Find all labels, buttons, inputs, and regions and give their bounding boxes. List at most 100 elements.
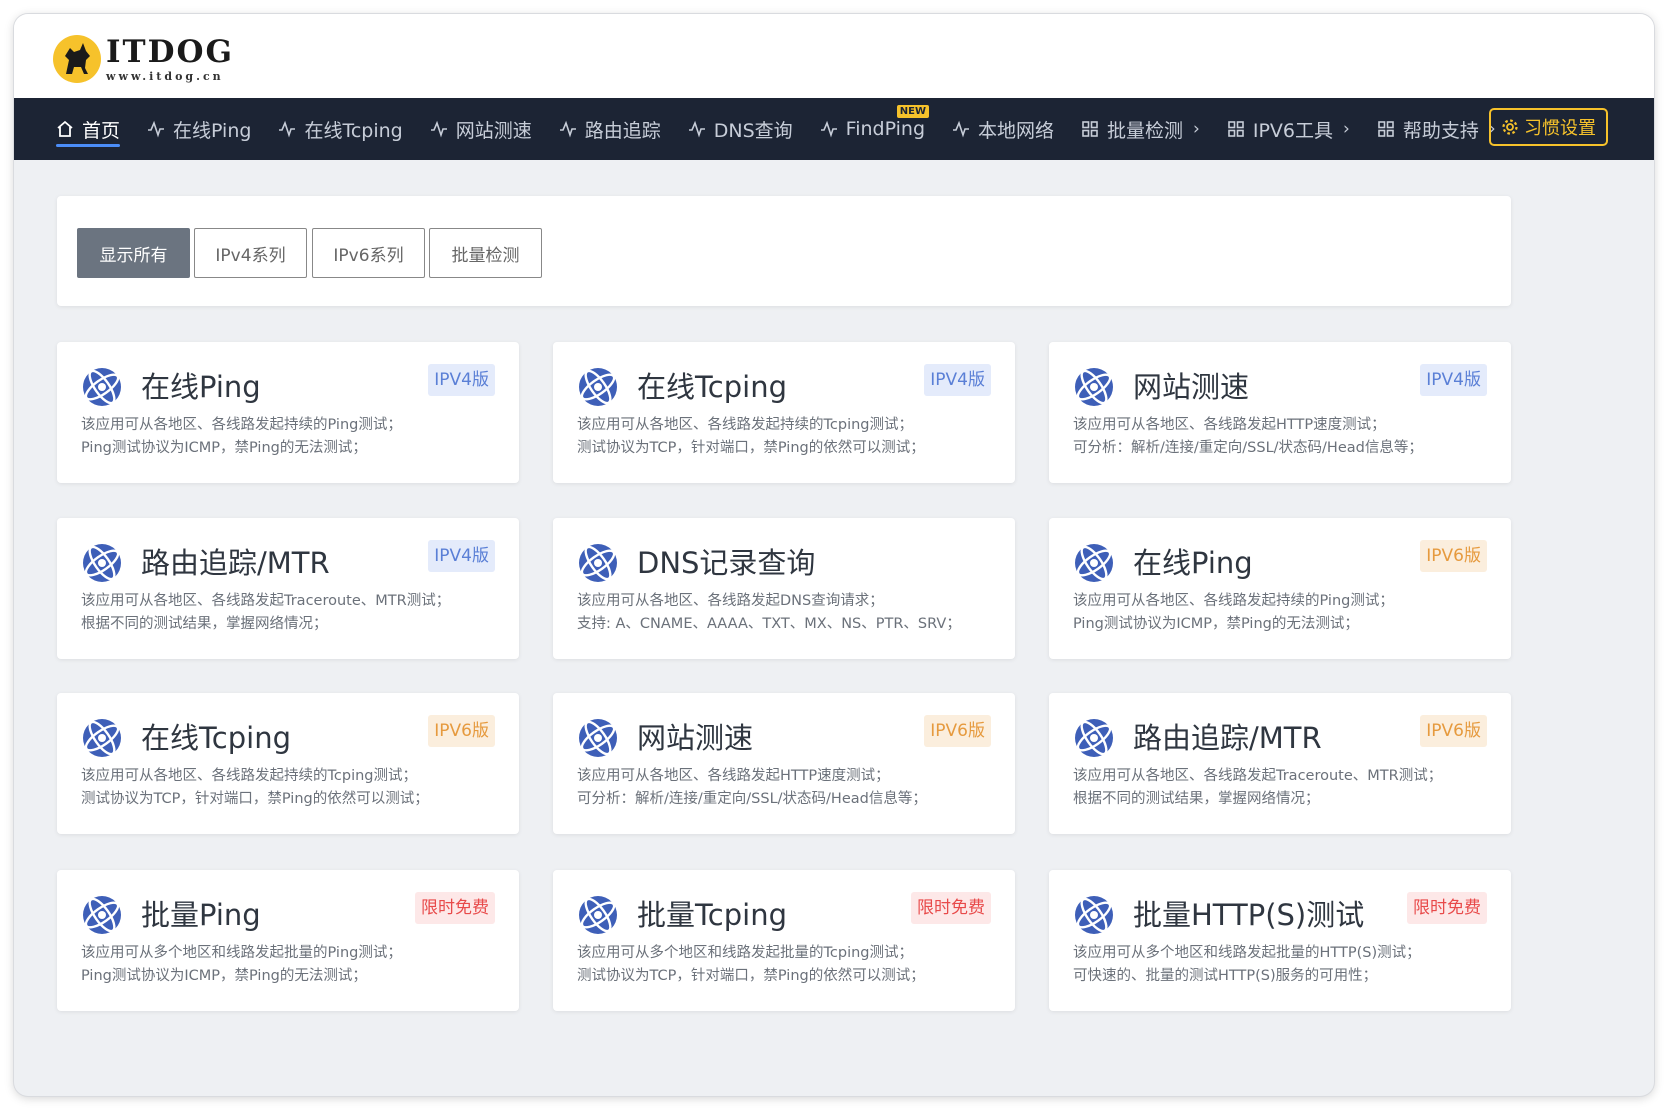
gear-icon — [1502, 119, 1518, 135]
card-description-line: 该应用可从各地区、各线路发起Traceroute、MTR测试； — [81, 593, 451, 609]
tool-card[interactable]: 在线Tcping IPV4版该应用可从各地区、各线路发起持续的Tcping测试； 测… — [553, 342, 1015, 483]
card-description: 该应用可从各地区、各线路发起DNS查询请求； 支持: A、CNAME、AAAA、T… — [577, 590, 999, 636]
pulse-icon — [820, 120, 837, 138]
habit-settings-label: 习惯设置 — [1524, 118, 1596, 139]
nav-item-tcping[interactable]: 在线Tcping — [278, 98, 403, 160]
nav-item-ping[interactable]: 在线Ping — [147, 98, 251, 160]
card-title: DNS记录查询 — [637, 546, 816, 580]
nav-item-traceroute[interactable]: 路由追踪 — [559, 98, 661, 160]
card-description-line: 该应用可从各地区、各线路发起HTTP速度测试； — [577, 768, 890, 784]
globe-icon — [579, 719, 617, 757]
card-description: 该应用可从各地区、各线路发起HTTP速度测试； 可分析：解析/连接/重定向/SSL… — [1073, 414, 1495, 460]
card-description: 该应用可从各地区、各线路发起持续的Tcping测试； 测试协议为TCP，针对端口，… — [577, 414, 999, 460]
browser-window: ITDOG www.itdog.cn 首页 在线Ping 在线Tcping 网站… — [14, 14, 1654, 1096]
nav-label: 本地网络 — [978, 119, 1055, 142]
nav-label: DNS查询 — [713, 119, 793, 142]
card-description: 该应用可从各地区、各线路发起持续的Tcping测试； 测试协议为TCP，针对端口，… — [81, 765, 503, 811]
filter-ipv4-button[interactable]: IPv4系列 — [194, 228, 307, 278]
grid-icon — [1082, 121, 1098, 137]
nav-item-findping[interactable]: FindPing NEW — [820, 98, 930, 160]
pulse-icon — [559, 120, 576, 138]
nav-label: 路由追踪 — [584, 119, 661, 142]
card-description-line: 测试协议为TCP，针对端口，禁Ping的依然可以测试； — [577, 968, 925, 984]
card-description: 该应用可从各地区、各线路发起持续的Ping测试； Ping测试协议为ICMP，禁P… — [81, 414, 503, 460]
nav-label: 帮助支持 — [1402, 119, 1479, 142]
filter-bar: 显示所有 IPv4系列 IPv6系列 批量检测 — [57, 196, 1511, 306]
tool-card[interactable]: 批量Tcping 限时免费 该应用可从多个地区和线路发起批量的Tcping测试； 测试… — [553, 870, 1015, 1011]
card-title: 在线Tcping — [637, 370, 787, 404]
dog-logo-icon — [53, 35, 101, 83]
card-description-line: 该应用可从各地区、各线路发起持续的Tcping测试； — [577, 417, 913, 433]
tool-card[interactable]: 网站测速 IPV4版 该应用可从各地区、各线路发起HTTP速度测试； 可分析：解析/连… — [1049, 342, 1511, 483]
home-icon — [57, 120, 73, 137]
nav-item-help[interactable]: 帮助支持 › — [1377, 98, 1496, 160]
tool-card[interactable]: 在线Ping IPV6版 该应用可从各地区、各线路发起持续的Ping测试； Ping测… — [1049, 518, 1511, 659]
tool-card[interactable]: 在线Tcping IPV6版 该应用可从各地区、各线路发起持续的Tcping测试； 测… — [57, 693, 519, 834]
nav-label: 网站测速 — [455, 119, 532, 142]
habit-settings-button[interactable]: 习惯设置 — [1489, 108, 1608, 146]
version-badge: 限时免费 — [415, 892, 495, 924]
nav-item-home[interactable]: 首页 — [56, 98, 121, 160]
globe-icon — [579, 544, 617, 582]
nav-item-ipv6[interactable]: IPV6工具 › — [1227, 98, 1350, 160]
card-description-line: 该应用可从各地区、各线路发起HTTP速度测试； — [1073, 417, 1386, 433]
filter-batch-button[interactable]: 批量检测 — [429, 228, 542, 278]
version-badge: IPV6版 — [1420, 715, 1487, 747]
tool-card[interactable]: 网站测速 IPV6版 该应用可从各地区、各线路发起HTTP速度测试； 可分析：解析/连… — [553, 693, 1015, 834]
version-badge: 限时免费 — [1407, 892, 1487, 924]
pulse-icon — [953, 120, 970, 138]
card-title: 批量Ping — [141, 898, 261, 932]
new-badge: NEW — [896, 105, 930, 118]
card-description-line: 该应用可从各地区、各线路发起DNS查询请求； — [577, 593, 884, 609]
card-description-line: Ping测试协议为ICMP，禁Ping的无法测试； — [81, 968, 367, 984]
tool-card[interactable]: DNS记录查询该应用可从各地区、各线路发起DNS查询请求； 支持: A、CNAME… — [553, 518, 1015, 659]
card-title: 网站测速 — [1133, 370, 1250, 404]
nav-label: IPV6工具 — [1252, 119, 1334, 142]
card-description: 该应用可从多个地区和线路发起批量的Ping测试； Ping测试协议为ICMP，禁P… — [81, 942, 503, 988]
card-description: 该应用可从各地区、各线路发起Traceroute、MTR测试； 根据不同的测试结果… — [1073, 765, 1495, 811]
tool-card[interactable]: 批量Ping 限时免费该应用可从多个地区和线路发起批量的Ping测试； Ping测试… — [57, 870, 519, 1011]
pulse-icon — [279, 120, 296, 138]
globe-icon — [1075, 544, 1113, 582]
card-description: 该应用可从各地区、各线路发起HTTP速度测试； 可分析：解析/连接/重定向/SSL… — [577, 765, 999, 811]
tool-card[interactable]: 路由追踪/MTR IPV4版该应用可从各地区、各线路发起Traceroute、MT… — [57, 518, 519, 659]
card-title: 网站测速 — [637, 721, 754, 755]
card-description-line: 该应用可从各地区、各线路发起持续的Ping测试； — [1073, 593, 1394, 609]
nav-item-dns[interactable]: DNS查询 — [688, 98, 793, 160]
card-description-line: 该应用可从各地区、各线路发起Traceroute、MTR测试； — [1073, 768, 1443, 784]
card-description-line: 该应用可从各地区、各线路发起持续的Tcping测试； — [81, 768, 417, 784]
version-badge: IPV6版 — [428, 715, 495, 747]
nav-item-speedtest[interactable]: 网站测速 — [430, 98, 532, 160]
pulse-icon — [688, 120, 705, 138]
globe-icon — [579, 368, 617, 406]
card-title: 路由追踪/MTR — [141, 546, 330, 580]
globe-icon — [579, 896, 617, 934]
version-badge: IPV4版 — [924, 364, 991, 396]
card-description: 该应用可从各地区、各线路发起持续的Ping测试； Ping测试协议为ICMP，禁P… — [1073, 590, 1495, 636]
tool-card[interactable]: 在线Ping IPV4版 该应用可从各地区、各线路发起持续的Ping测试； Ping测… — [57, 342, 519, 483]
version-badge: IPV4版 — [428, 540, 495, 572]
main-nav: 首页 在线Ping 在线Tcping 网站测速 路由追踪 DNS查询 FindP… — [14, 98, 1654, 160]
card-description-line: Ping测试协议为ICMP，禁Ping的无法测试； — [1073, 616, 1359, 632]
card-description-line: 可快速的、批量的测试HTTP(S)服务的可用性； — [1073, 968, 1378, 984]
filter-all-button[interactable]: 显示所有 — [77, 228, 190, 278]
nav-item-localnet[interactable]: 本地网络 — [952, 98, 1054, 160]
globe-icon — [83, 719, 121, 757]
nav-label: 首页 — [82, 119, 121, 142]
card-description: 该应用可从各地区、各线路发起Traceroute、MTR测试； 根据不同的测试结果… — [81, 590, 503, 636]
card-description-line: 根据不同的测试结果，掌握网络情况； — [1073, 791, 1320, 807]
tool-card[interactable]: 批量HTTP(S)测试 限时免费 该应用可从多个地区和线路发起批量的HTTP(S)测… — [1049, 870, 1511, 1011]
site-logo[interactable]: ITDOG www.itdog.cn — [52, 34, 234, 84]
filter-ipv6-button[interactable]: IPv6系列 — [312, 228, 425, 278]
logo-title: ITDOG — [106, 33, 234, 70]
globe-icon — [83, 896, 121, 934]
card-description-line: 该应用可从多个地区和线路发起批量的Tcping测试； — [577, 945, 913, 961]
card-title: 路由追踪/MTR — [1133, 721, 1322, 755]
nav-label: 在线Ping — [173, 119, 252, 142]
card-title: 批量HTTP(S)测试 — [1133, 898, 1365, 932]
card-description-line: 该应用可从各地区、各线路发起持续的Ping测试； — [81, 417, 402, 433]
nav-item-batch[interactable]: 批量检测 › — [1081, 98, 1200, 160]
card-description-line: Ping测试协议为ICMP，禁Ping的无法测试； — [81, 440, 367, 456]
version-badge: IPV4版 — [428, 364, 495, 396]
tool-card[interactable]: 路由追踪/MTR IPV6版该应用可从各地区、各线路发起Traceroute、MT… — [1049, 693, 1511, 834]
